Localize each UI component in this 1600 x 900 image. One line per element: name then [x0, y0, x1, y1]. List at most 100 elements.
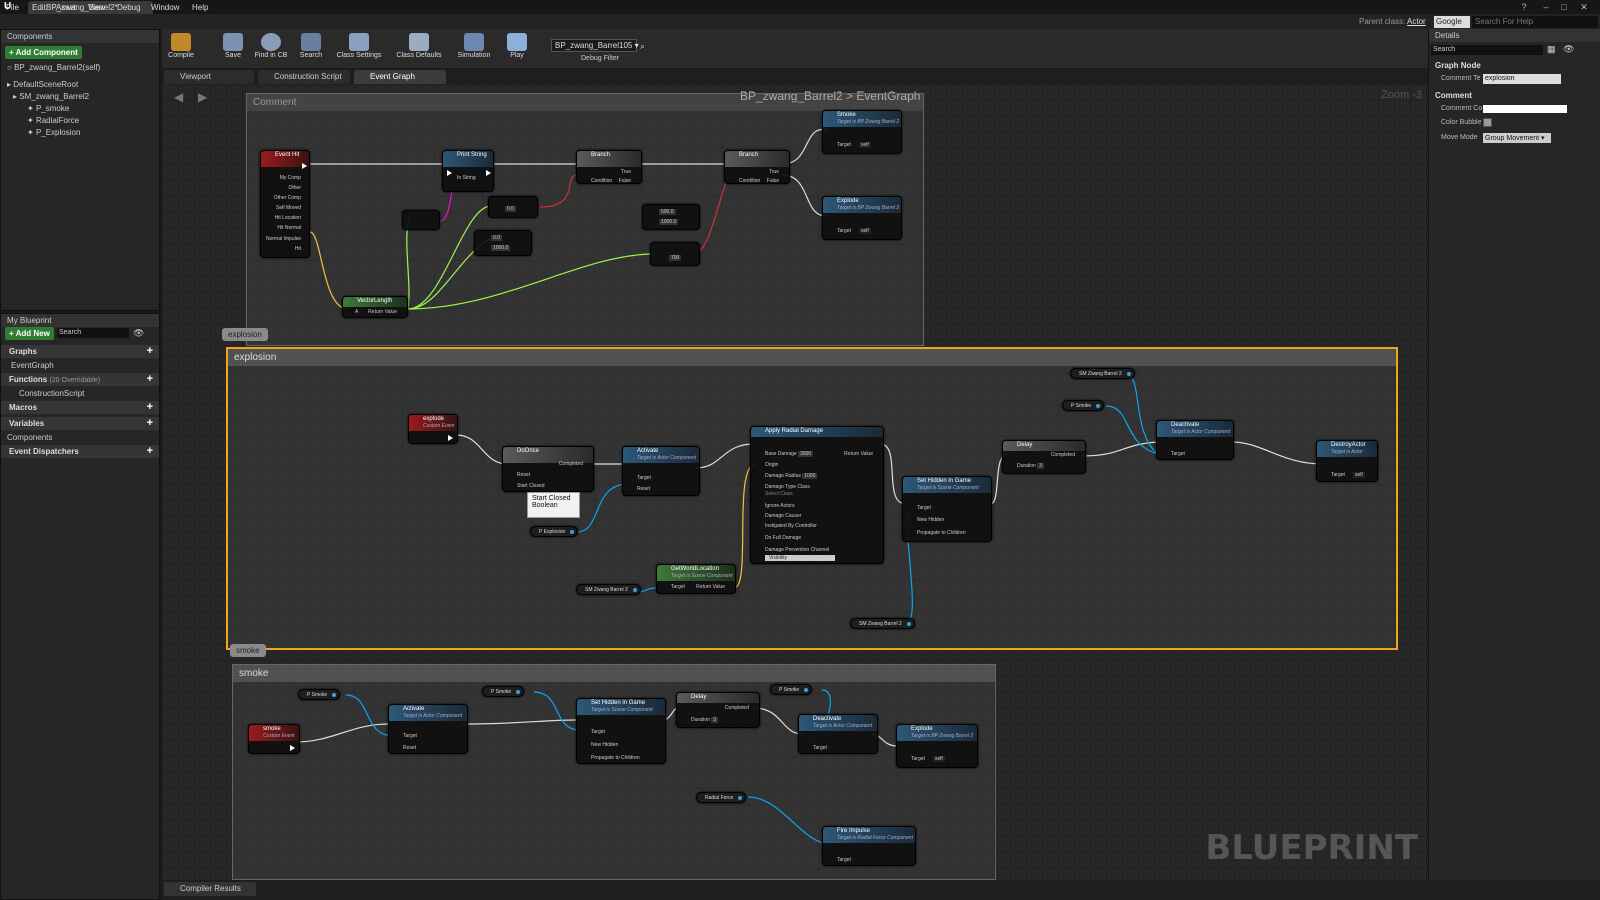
- var-p-explosion[interactable]: P Explosion: [530, 526, 579, 537]
- menu-edit[interactable]: Edit: [32, 3, 46, 12]
- pin-target[interactable]: Target: [911, 756, 925, 762]
- node-delay-2[interactable]: Delay Duration 3 Completed: [676, 692, 760, 728]
- tab-construction-script[interactable]: Construction Script: [258, 70, 350, 84]
- details-eye-icon[interactable]: 👁: [1563, 44, 1574, 55]
- comment-color-swatch[interactable]: [1483, 105, 1567, 113]
- exec-out[interactable]: [486, 170, 491, 176]
- pin-instigated-by[interactable]: Instigated By Controller: [765, 523, 817, 529]
- node-apply-radial-damage[interactable]: Apply Radial Damage Base Damage 3000 Ori…: [750, 426, 884, 564]
- exec-out[interactable]: [302, 163, 307, 169]
- category-graphs[interactable]: Graphs +: [1, 345, 159, 358]
- tab-event-graph[interactable]: Event Graph: [354, 70, 446, 84]
- exec-out[interactable]: [290, 745, 295, 751]
- compare-value[interactable]: 1000.0: [659, 219, 679, 225]
- section-comment[interactable]: Comment: [1435, 91, 1472, 100]
- node-explode-call-2[interactable]: Explode Target is BP Zwang Barrel 2 Targe…: [896, 724, 978, 768]
- pin-new-hidden[interactable]: New Hidden: [917, 517, 944, 523]
- function-item-construction[interactable]: ConstructionScript: [19, 389, 84, 398]
- pin-target[interactable]: Target: [1171, 451, 1185, 457]
- node-do-once[interactable]: DoOnce Completed Reset Start Closed: [502, 446, 594, 492]
- add-variable-icon[interactable]: +: [147, 417, 153, 429]
- move-mode-select[interactable]: Group Movement ▾: [1483, 133, 1551, 143]
- tab-viewport[interactable]: Viewport: [164, 70, 254, 84]
- var-sm-barrel-2[interactable]: SM Zwang Barrel 2: [1070, 368, 1135, 379]
- var-p-smoke-1[interactable]: P Smoke: [1062, 400, 1105, 411]
- node-compare-5[interactable]: 700: [650, 242, 700, 266]
- pin-start-closed[interactable]: Start Closed: [517, 483, 545, 489]
- blueprint-search-input[interactable]: Search: [57, 328, 129, 338]
- add-graph-icon[interactable]: +: [147, 345, 153, 357]
- tab-compiler-results[interactable]: Compiler Results: [164, 882, 256, 896]
- pin-target[interactable]: Target: [917, 505, 931, 511]
- details-search-input[interactable]: Search: [1431, 45, 1543, 55]
- search-engine-select[interactable]: Google: [1434, 16, 1470, 28]
- pin-origin[interactable]: Origin: [765, 462, 778, 468]
- tree-radial-force[interactable]: ✦ RadialForce: [27, 116, 79, 125]
- pin-prevention-channel[interactable]: Damage Prevention Channel: [765, 547, 829, 553]
- compare-value[interactable]: 500.0: [659, 209, 676, 215]
- self-item[interactable]: ○ BP_zwang_Barrel2(self): [7, 63, 100, 72]
- channel-dropdown[interactable]: Visibility: [765, 555, 835, 561]
- node-compare-1[interactable]: [402, 210, 440, 230]
- node-fire-impulse[interactable]: Fire Impulse Target is Radial Force Compo…: [822, 826, 916, 866]
- pin-damage-type[interactable]: Damage Type Class: [765, 484, 810, 490]
- pin-hit[interactable]: Hit: [295, 246, 301, 252]
- var-p-smoke-4[interactable]: P Smoke: [770, 684, 813, 695]
- add-dispatcher-icon[interactable]: +: [147, 445, 153, 457]
- tree-p-explosion[interactable]: ✦ P_Explosion: [27, 128, 80, 137]
- node-branch-2[interactable]: Branch True False Condition: [724, 150, 790, 184]
- details-grid-icon[interactable]: ▦: [1547, 44, 1556, 55]
- pin-target[interactable]: Target: [1331, 472, 1345, 478]
- pin-self[interactable]: self: [859, 142, 871, 148]
- pin-reset[interactable]: Reset: [403, 745, 416, 751]
- pin-return-value[interactable]: Return Value: [844, 451, 873, 457]
- node-delay-1[interactable]: Delay Duration 3 Completed: [1002, 440, 1086, 474]
- graph-canvas[interactable]: ◀ ▶ BP_zwang_Barrel2 > EventGraph Zoom -…: [162, 84, 1428, 880]
- node-smoke-call[interactable]: Smoke Target is BP Zwang Barrel 2 Target …: [822, 110, 902, 154]
- add-new-button[interactable]: + Add New: [5, 327, 54, 340]
- pin-target[interactable]: Target: [403, 733, 417, 739]
- menu-debug[interactable]: Debug: [117, 3, 141, 12]
- compare-value[interactable]: 700: [669, 255, 682, 261]
- pin-in-string[interactable]: In String: [457, 175, 476, 181]
- node-smoke-event[interactable]: smoke Custom Event: [248, 724, 300, 754]
- menu-asset[interactable]: Asset: [56, 3, 76, 12]
- category-components[interactable]: Components: [7, 433, 52, 442]
- pin-base-damage[interactable]: Base Damage 3000: [765, 451, 814, 457]
- pin-a[interactable]: A: [355, 309, 358, 315]
- color-bubble-checkbox[interactable]: [1483, 118, 1492, 127]
- pin-propagate[interactable]: Propagate to Children: [591, 755, 640, 761]
- add-component-button[interactable]: + Add Component: [5, 46, 82, 59]
- pin-hit-location[interactable]: Hit Location: [275, 215, 301, 221]
- pin-target[interactable]: Target: [671, 584, 685, 590]
- pin-return-value[interactable]: Return Value: [368, 309, 397, 315]
- pin-self[interactable]: self: [859, 228, 871, 234]
- help-search-input[interactable]: Search For Help: [1472, 16, 1598, 28]
- node-compare-3[interactable]: 0.0 1000.0: [474, 230, 532, 256]
- pin-condition[interactable]: Condition: [591, 178, 612, 183]
- pin-condition[interactable]: Condition: [739, 178, 760, 183]
- compare-value[interactable]: 0.0: [491, 235, 502, 241]
- node-branch-1[interactable]: Branch True False Condition: [576, 150, 642, 184]
- category-dispatchers[interactable]: Event Dispatchers +: [1, 445, 159, 458]
- node-explode-call[interactable]: Explode Target is BP Zwang Barrel 2 Targe…: [822, 196, 902, 240]
- pin-normal-impulse[interactable]: Normal Impulse: [266, 236, 301, 242]
- pin-other-comp[interactable]: Other Comp: [274, 195, 301, 201]
- pin-false[interactable]: False: [767, 178, 779, 183]
- pin-full-damage[interactable]: Do Full Damage: [765, 535, 801, 541]
- class-defaults-button[interactable]: Class Defaults: [396, 30, 442, 68]
- category-functions[interactable]: Functions (20 Overridable) +: [1, 373, 159, 386]
- tree-sm-barrel[interactable]: ▸ SM_zwang_Barrel2: [13, 92, 89, 101]
- pin-new-hidden[interactable]: New Hidden: [591, 742, 618, 748]
- pin-target[interactable]: Target: [591, 729, 605, 735]
- pin-damage-causer[interactable]: Damage Causer: [765, 513, 801, 519]
- pin-other[interactable]: Other: [288, 185, 301, 191]
- simulation-button[interactable]: Simulation: [451, 30, 497, 68]
- pin-target[interactable]: Target: [637, 475, 651, 481]
- compile-button[interactable]: Compile: [158, 30, 204, 68]
- var-radial-force[interactable]: Radial Force: [696, 792, 747, 803]
- minimize-icon[interactable]: –: [1540, 2, 1552, 12]
- pin-duration[interactable]: Duration 3: [1017, 463, 1045, 469]
- tree-default-scene-root[interactable]: ▸ DefaultSceneRoot: [7, 80, 78, 89]
- var-sm-barrel-1[interactable]: SM Zwang Barrel 2: [576, 584, 641, 595]
